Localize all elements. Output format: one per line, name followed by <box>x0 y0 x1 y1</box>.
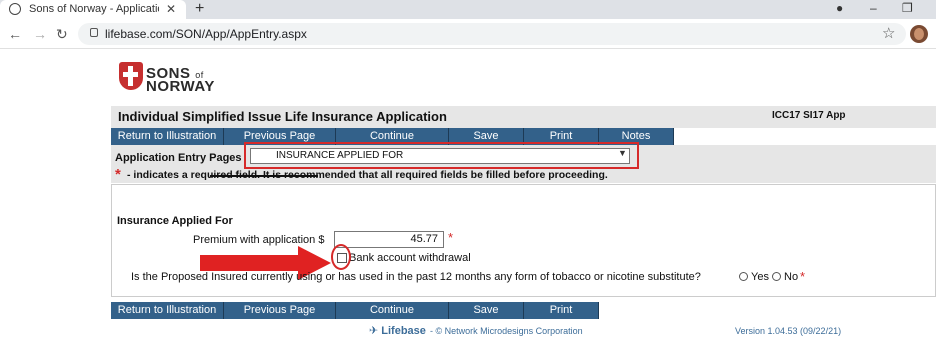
copyright-text: - © Network Microdesigns Corporation <box>430 326 583 336</box>
tobacco-yes-label: Yes <box>751 271 769 283</box>
entry-pages-label: Application Entry Pages <box>115 152 242 164</box>
close-tab-icon[interactable]: ✕ <box>166 2 176 16</box>
required-note: - indicates a required field. It is reco… <box>127 169 608 181</box>
bookmark-star-icon[interactable]: ☆ <box>882 24 895 42</box>
forward-icon[interactable]: → <box>33 26 47 42</box>
premium-label: Premium with application $ <box>193 234 325 246</box>
save-button-bottom[interactable]: Save <box>449 302 524 319</box>
tab-title: Sons of Norway - Application Inf <box>29 3 159 15</box>
previous-page-button-bottom[interactable]: Previous Page <box>224 302 336 319</box>
premium-required-star: * <box>448 230 454 245</box>
premium-input[interactable]: 45.77 <box>334 231 444 248</box>
lock-icon <box>90 28 98 37</box>
print-button-bottom[interactable]: Print <box>524 302 599 319</box>
tobacco-yes-radio[interactable] <box>739 272 748 281</box>
url-text[interactable]: lifebase.com/SON/App/AppEntry.aspx <box>105 27 307 41</box>
return-to-illustration-button-bottom[interactable]: Return to Illustration <box>111 302 224 319</box>
tobacco-required-star: * <box>800 269 806 284</box>
tobacco-question: Is the Proposed Insured currently using … <box>131 271 701 283</box>
shield-cross-horizontal <box>123 72 138 77</box>
strike-annotation <box>210 175 318 177</box>
form-code: ICC17 SI17 App <box>772 110 846 121</box>
globe-icon <box>9 3 21 15</box>
bank-withdrawal-label: Bank account withdrawal <box>349 252 471 264</box>
tobacco-no-label: No <box>784 271 799 283</box>
restore-icon[interactable]: ❐ <box>902 1 913 15</box>
arrow-annotation-shaft <box>200 255 300 271</box>
logo-text-norway: NORWAY <box>146 78 215 95</box>
return-to-illustration-button[interactable]: Return to Illustration <box>111 128 224 145</box>
back-icon[interactable]: ← <box>8 26 22 42</box>
lifebase-logo: ✈ Lifebase <box>369 325 426 337</box>
version-text: Version 1.04.53 (09/22/21) <box>735 326 842 336</box>
reload-icon[interactable]: ↻ <box>56 26 68 43</box>
form-title: Individual Simplified Issue Life Insuran… <box>118 109 447 124</box>
highlight-box-annotation <box>244 142 639 169</box>
minimize-icon[interactable]: – <box>870 1 877 15</box>
tobacco-no-radio[interactable] <box>772 272 781 281</box>
required-star: * <box>115 166 121 183</box>
profile-menu-icon[interactable]: ● <box>836 1 843 15</box>
highlight-circle-annotation <box>331 244 351 270</box>
avatar-face <box>914 28 924 40</box>
new-tab-icon[interactable]: + <box>195 0 204 18</box>
section-title: Insurance Applied For <box>117 215 233 227</box>
continue-button-bottom[interactable]: Continue <box>336 302 449 319</box>
